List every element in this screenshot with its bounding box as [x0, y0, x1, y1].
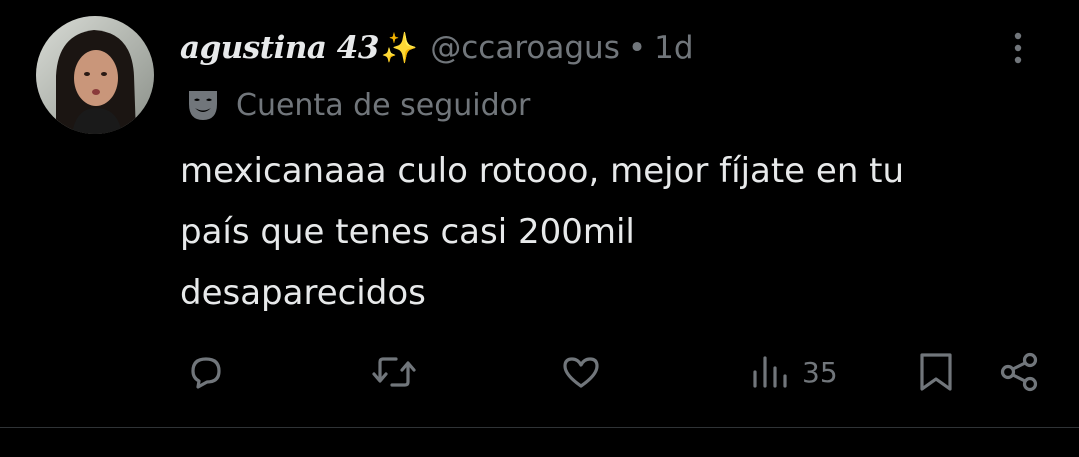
display-name[interactable]: agustina 43	[180, 30, 379, 66]
author-handle[interactable]: @ccaroagus	[430, 30, 620, 66]
bookmark-button[interactable]	[916, 350, 956, 394]
tweet-text: mexicanaaa culo rotooo, mejor fíjate en …	[180, 141, 1060, 324]
tweet[interactable]: agustina 43 ✨ @ccaroagus • 1d Cuenta de …	[0, 0, 1079, 427]
avatar[interactable]	[36, 16, 154, 134]
retweet-button[interactable]	[370, 350, 418, 394]
view-count: 35	[802, 355, 838, 389]
heart-icon	[559, 350, 603, 394]
more-options-icon[interactable]	[1008, 30, 1028, 70]
tweet-header: agustina 43 ✨ @ccaroagus • 1d	[180, 22, 694, 74]
context-label: Cuenta de seguidor	[236, 87, 531, 123]
bookmark-icon	[916, 350, 956, 394]
share-button[interactable]	[998, 350, 1042, 394]
tweet-text-line: mexicanaaa culo rotooo, mejor fíjate en …	[180, 151, 905, 191]
account-context: Cuenta de seguidor	[184, 86, 530, 124]
views-icon	[750, 350, 790, 394]
separator-dot: •	[627, 30, 647, 66]
sparkles-emoji: ✨	[380, 30, 419, 66]
tweet-text-line: desaparecidos	[180, 273, 426, 313]
tweet-actions: 35	[0, 342, 1079, 402]
timestamp[interactable]: 1d	[654, 30, 693, 66]
views-button[interactable]: 35	[750, 350, 838, 394]
tweet-divider	[0, 427, 1079, 428]
tweet-text-line: país que tenes casi 200mil	[180, 212, 635, 252]
share-icon	[998, 350, 1042, 394]
mask-icon	[184, 86, 222, 124]
like-button[interactable]	[559, 350, 603, 394]
reply-button[interactable]	[184, 350, 228, 394]
retweet-icon	[370, 350, 418, 394]
reply-icon	[184, 350, 228, 394]
